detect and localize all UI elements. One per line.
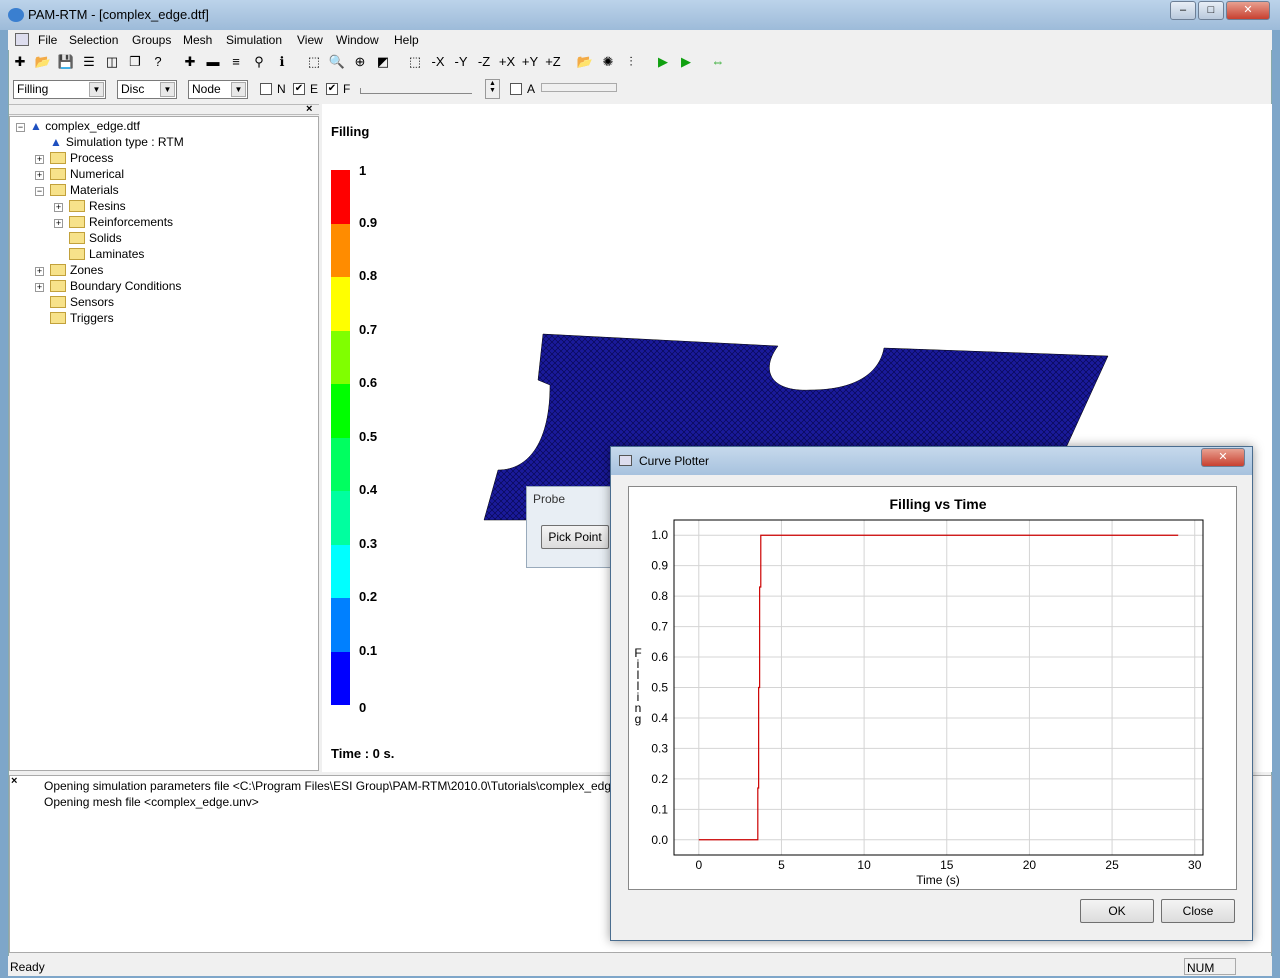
y-tick-label: 0.5 — [651, 681, 668, 695]
x-tick-label: 20 — [1023, 858, 1037, 872]
x-axis-label: Time (s) — [916, 873, 960, 887]
y-axis-label: Filling — [631, 646, 645, 723]
y-tick-label: 0.3 — [651, 741, 668, 755]
filling-chart: 0 5 10 15 20 25 30 0.0 0.1 0.2 0.3 0.4 0.5 0.6 0.7 0.8 0… — [651, 496, 1204, 887]
y-tick-label: 0.4 — [651, 711, 668, 725]
x-tick-label: 25 — [1105, 858, 1119, 872]
y-tick-label: 0.1 — [651, 802, 668, 816]
y-tick-label: 0.2 — [651, 772, 668, 786]
y-tick-label: 0.6 — [651, 650, 668, 664]
x-tick-label: 10 — [857, 858, 871, 872]
x-tick-label: 0 — [695, 858, 702, 872]
x-tick-label: 15 — [940, 858, 954, 872]
y-tick-label: 0.8 — [651, 589, 668, 603]
y-tick-label: 0.0 — [651, 833, 668, 847]
y-tick-label: 1.0 — [651, 528, 668, 542]
chart-title: Filling vs Time — [890, 496, 987, 512]
x-tick-label: 5 — [778, 858, 785, 872]
x-tick-label: 30 — [1188, 858, 1202, 872]
y-tick-label: 0.9 — [651, 559, 668, 573]
log-close-icon[interactable]: × — [11, 775, 17, 787]
y-tick-label: 0.7 — [651, 620, 668, 634]
